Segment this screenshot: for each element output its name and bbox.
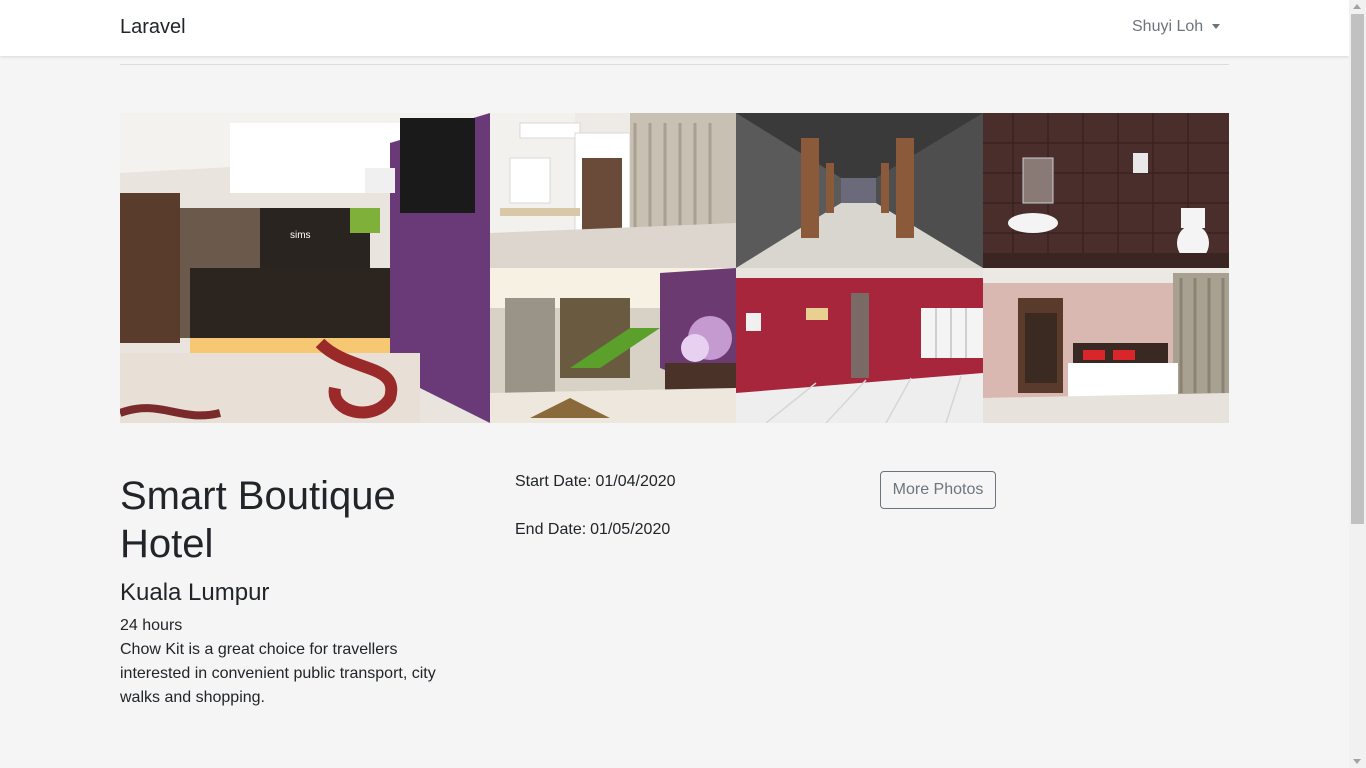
lobby-stairs-photo[interactable]	[490, 268, 736, 423]
scrollbar-thumb[interactable]	[1351, 14, 1364, 524]
photo-gallery: sims	[120, 113, 1229, 423]
page-scrollbar[interactable]	[1349, 0, 1366, 768]
hotel-city: Kuala Lumpur	[120, 579, 270, 606]
bathroom-photo[interactable]	[983, 113, 1229, 268]
hotel-info: Smart Boutique Hotel Kuala Lumpur 24 hou…	[120, 472, 460, 710]
chevron-down-icon	[1212, 23, 1221, 29]
start-date-value: 01/04/2020	[595, 473, 676, 490]
booking-dates: Start Date: 01/04/2020 End Date: 01/05/2…	[515, 472, 676, 540]
bedroom-photo[interactable]	[983, 268, 1229, 423]
end-date-label: End Date:	[515, 521, 587, 538]
user-dropdown[interactable]: Shuyi Loh	[1132, 18, 1221, 36]
svg-text:sims: sims	[290, 230, 311, 241]
scroll-up-arrow-icon[interactable]	[1353, 4, 1361, 9]
brand-link[interactable]: Laravel	[120, 16, 186, 39]
hotel-description: Chow Kit is a great choice for traveller…	[120, 641, 436, 706]
room-closet-photo[interactable]	[490, 113, 736, 268]
end-date-value: 01/05/2020	[590, 521, 671, 538]
scroll-down-arrow-icon[interactable]	[1353, 759, 1361, 764]
lobby-reception-photo[interactable]: sims	[120, 113, 490, 423]
more-photos-button[interactable]: More Photos	[880, 471, 996, 509]
user-name: Shuyi Loh	[1132, 18, 1204, 35]
navbar: Laravel Shuyi Loh	[0, 0, 1349, 56]
end-date-row: End Date: 01/05/2020	[515, 520, 676, 540]
hotel-hours: 24 hours	[120, 617, 183, 634]
corridor-photo[interactable]	[736, 113, 983, 268]
hotel-name: Smart Boutique Hotel	[120, 474, 396, 566]
start-date-row: Start Date: 01/04/2020	[515, 472, 676, 492]
red-wall-room-photo[interactable]	[736, 268, 983, 423]
divider	[120, 64, 1229, 65]
start-date-label: Start Date:	[515, 473, 592, 490]
